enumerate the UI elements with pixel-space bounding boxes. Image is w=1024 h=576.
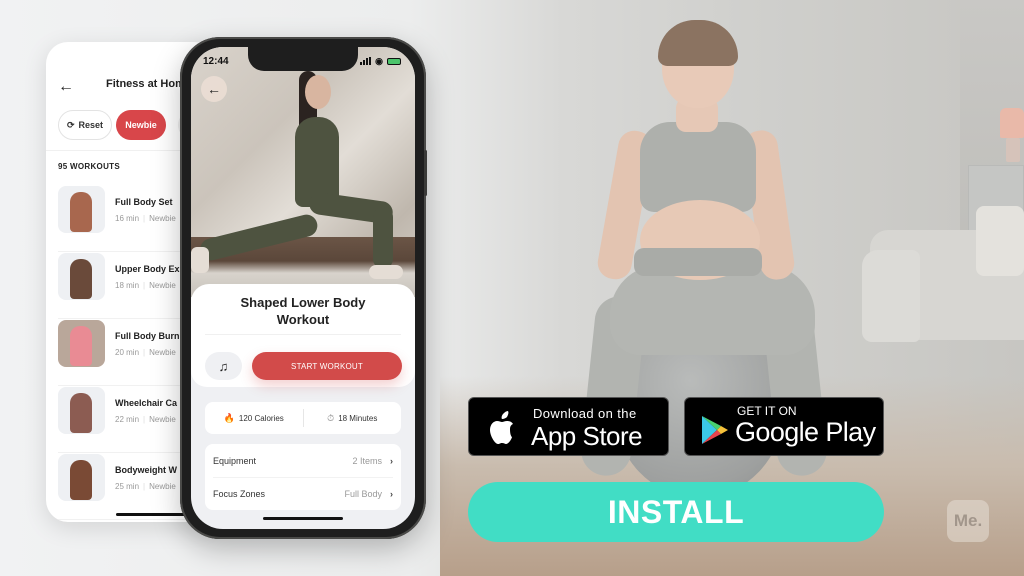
workout-duration: 22 min (115, 415, 140, 424)
home-indicator (263, 517, 343, 520)
workout-meta: 22 min | Newbie (115, 415, 176, 424)
phone-notch (248, 47, 358, 71)
signal-icon (360, 57, 372, 65)
workout-level: Newbie (149, 281, 176, 290)
google-play-badge[interactable]: GET IT ON Google Play (684, 397, 884, 456)
workout-duration: 25 min (115, 482, 140, 491)
google-play-big-text: Google Play (735, 417, 876, 447)
equipment-value: 2 Items (352, 455, 382, 466)
focus-zones-label: Focus Zones (213, 489, 266, 499)
reset-filter-button[interactable]: ⟳ Reset (58, 110, 112, 140)
workout-stats: 🔥 120 Calories ⏱ 18 Minutes (205, 402, 401, 434)
figure-torso (640, 122, 756, 212)
workout-name: Wheelchair Ca (115, 398, 178, 408)
newbie-label: Newbie (125, 120, 157, 130)
hero-head (305, 75, 331, 109)
workout-duration: 18 min (115, 281, 140, 290)
sofa-arm (862, 250, 920, 342)
divider (205, 334, 401, 335)
workout-title: Shaped Lower Body Workout (240, 295, 366, 327)
back-arrow-icon[interactable]: ← (58, 78, 74, 96)
status-icons: ◉ (360, 56, 401, 67)
equipment-label: Equipment (213, 455, 257, 466)
chevron-right-icon: › (390, 489, 393, 499)
workout-meta: 18 min | Newbie (115, 281, 176, 290)
workout-thumbnail (58, 186, 105, 233)
workout-thumbnail (58, 253, 105, 300)
back-button[interactable]: ← (201, 76, 227, 102)
workout-duration: 20 min (115, 348, 140, 357)
focus-zones-row[interactable]: Focus Zones Full Body › (213, 477, 393, 510)
duration-value: 18 Minutes (338, 413, 378, 423)
workout-level: Newbie (149, 415, 176, 424)
app-store-big-text: App Store (531, 421, 643, 451)
hero-shoe (191, 247, 209, 273)
brand-logo: Me. (947, 500, 989, 542)
battery-icon (387, 57, 401, 65)
start-workout-button[interactable]: START WORKOUT (252, 352, 402, 380)
stopwatch-icon: ⏱ (327, 412, 335, 423)
flame-icon: 🔥 (223, 412, 235, 423)
workout-count: 95 WORKOUTS (58, 162, 120, 171)
workout-duration: 16 min (115, 214, 140, 223)
duration-stat: ⏱ 18 Minutes (304, 413, 402, 424)
workout-level: Newbie (149, 214, 176, 223)
workout-sheet: Shaped Lower Body Workout ♫ START WORKOU… (191, 284, 415, 387)
phone-side-button (424, 150, 427, 196)
install-button[interactable]: INSTALL (468, 482, 884, 542)
refresh-icon: ⟳ (66, 119, 75, 130)
status-time: 12:44 (203, 55, 229, 67)
apple-logo-icon (490, 411, 513, 444)
app-store-small-text: Download on the (533, 406, 637, 421)
chevron-right-icon: › (390, 455, 393, 466)
sofa-pillow (976, 206, 1024, 276)
focus-zones-value: Full Body (344, 489, 382, 499)
newbie-filter-chip[interactable]: Newbie (116, 110, 166, 140)
music-note-icon: ♫ (218, 358, 229, 374)
lamp-base (1006, 138, 1020, 162)
figure-hair (658, 20, 738, 66)
workout-detail-screen: 12:44 ◉ ← Shaped Lower Body Workout ♫ ST… (191, 47, 415, 529)
hero-shoe (369, 265, 403, 279)
equipment-row[interactable]: Equipment 2 Items › (213, 444, 393, 477)
workout-name: Bodyweight W (115, 465, 177, 475)
wifi-icon: ◉ (375, 55, 383, 66)
reset-label: Reset (78, 120, 104, 130)
app-store-badge[interactable]: Download on the App Store (468, 397, 669, 456)
hero-shin (373, 207, 393, 269)
google-play-logo-icon (702, 416, 728, 444)
workout-details: Equipment 2 Items › Focus Zones Full Body… (205, 444, 401, 510)
workout-thumbnail (58, 320, 105, 367)
google-play-small-text: GET IT ON (737, 404, 797, 418)
workout-name: Upper Body Ex (115, 264, 180, 274)
workout-level: Newbie (149, 482, 176, 491)
workout-meta: 25 min | Newbie (115, 482, 176, 491)
figure-waistband (634, 248, 762, 276)
workout-level: Newbie (149, 348, 176, 357)
workout-name: Full Body Burn (115, 331, 180, 341)
workout-name: Full Body Set (115, 197, 173, 207)
workout-thumbnail (58, 387, 105, 434)
calories-value: 120 Calories (238, 413, 284, 423)
workout-meta: 16 min | Newbie (115, 214, 176, 223)
calories-stat: 🔥 120 Calories (205, 413, 303, 424)
screen-title: Fitness at Home (106, 78, 191, 90)
music-button[interactable]: ♫ (205, 352, 242, 380)
workout-meta: 20 min | Newbie (115, 348, 176, 357)
back-arrow-icon: ← (207, 81, 221, 97)
lamp (1000, 108, 1024, 138)
workout-thumbnail (58, 454, 105, 501)
